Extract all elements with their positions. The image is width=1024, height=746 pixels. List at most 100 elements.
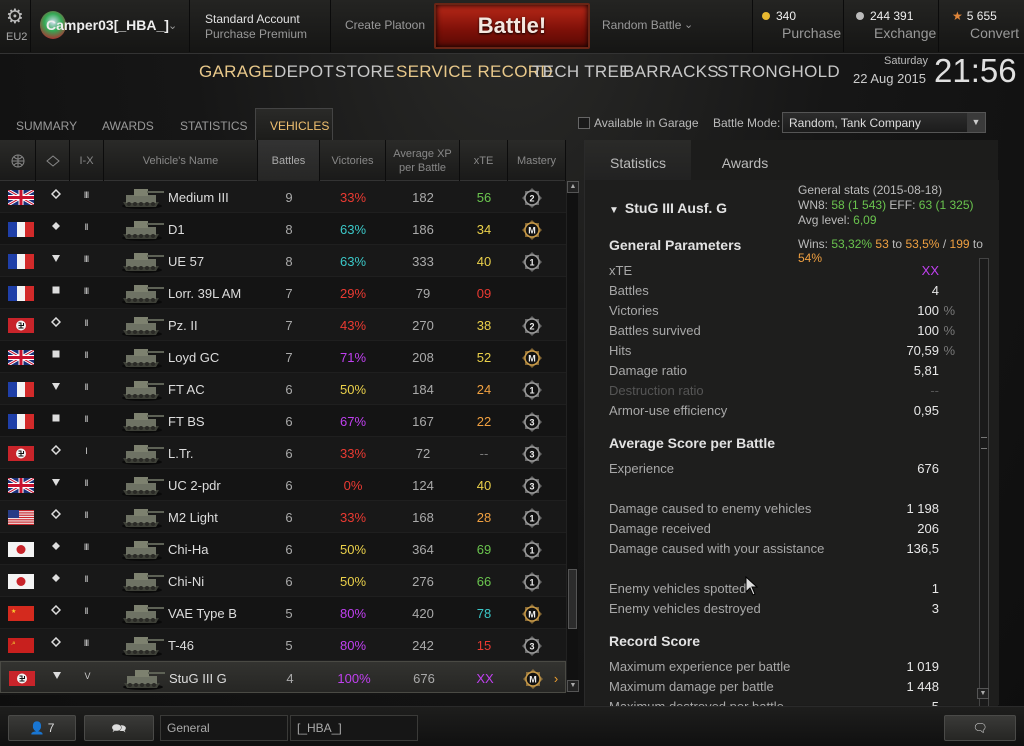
table-row[interactable]: II Pz. II 7 43% 270 38 2 [0,309,566,341]
battles-cell: 6 [285,382,293,397]
nation-sort-icon[interactable] [0,140,36,181]
player-name: Camper03[_HBA_] [46,17,169,33]
class-sort-icon[interactable] [36,140,70,181]
stat-row: Damage caused to enemy vehicles 1 198 [609,501,959,516]
tier-sort-header[interactable]: I-X [70,140,104,181]
table-row[interactable]: II FT BS 6 67% 167 22 3 [0,405,566,437]
table-row[interactable]: II Loyd GC 7 71% 208 52 M [0,341,566,373]
stat-label: Battles [609,283,649,298]
stat-value: 100 [917,303,939,318]
freexp-counter[interactable]: ★ 5 655 Convert [952,9,1019,41]
table-row[interactable]: III Medium III 9 33% 182 56 2 [0,181,566,213]
channel-clan-tab[interactable]: [_HBA_] [290,715,418,741]
tier-cell: II [84,350,88,360]
flag-fr-icon [8,382,34,397]
wn8-eff-line: WN8: 58 (1 543) EFF: 63 (1 325) [798,198,974,212]
table-row[interactable]: II UC 2-pdr 6 0% 124 40 3 [0,469,566,501]
stat-label: Enemy vehicles spotted [609,581,747,596]
create-platoon-button[interactable]: Create Platoon [342,18,428,32]
mastery-badge-icon: 2 [520,314,544,336]
purchase-gold-button[interactable]: Purchase [782,25,841,41]
table-row[interactable]: ☭ III T-46 5 80% 242 15 3 [0,629,566,661]
tier-cell: III [83,254,90,264]
player-menu[interactable]: Camper03[_HBA_] ⌄ [36,7,186,47]
chat-channels-button[interactable]: 🗨 [944,715,1016,741]
vehicle-name: Lorr. 39L AM [168,286,242,301]
table-row[interactable]: II D1 8 63% 186 34 M [0,213,566,245]
svg-text:1: 1 [529,578,534,588]
day-label: Saturday [884,55,929,67]
nav-store[interactable]: STORE [335,62,395,82]
tab-awards[interactable]: AWARDS [102,119,154,133]
avgxp-sort-header[interactable]: Average XP per Battle [386,140,460,181]
avgxp-cell: 420 [412,606,434,621]
tab-statistics[interactable]: STATISTICS [180,119,248,133]
tab-awards-panel[interactable]: Awards [691,140,799,180]
scroll-down-icon[interactable]: ▼ [977,688,989,699]
table-row[interactable]: ★ II VAE Type B 5 80% 420 78 M [0,597,566,629]
nav-garage[interactable]: GARAGE [199,62,274,82]
name-sort-header[interactable]: Vehicle's Name [104,140,258,181]
available-in-garage-checkbox[interactable] [578,117,590,129]
table-row[interactable]: III Chi-Ha 6 50% 364 69 1 [0,533,566,565]
mastery-badge-icon: 1 [520,250,544,272]
general-stats-title: General stats (2015-08-18) [798,183,943,197]
avgxp-cell: 676 [413,671,435,686]
scroll-thumb[interactable] [981,437,987,449]
tab-statistics-panel[interactable]: Statistics [585,140,691,180]
tab-summary[interactable]: SUMMARY [16,119,77,133]
scroll-thumb[interactable] [568,569,577,629]
scroll-down-icon[interactable]: ▼ [567,680,579,692]
table-row[interactable]: I L.Tr. 6 33% 72 -- 3 [0,437,566,469]
stat-row: Armor-use efficiency 0,95 [609,403,959,418]
flag-su-icon: ☭ [8,638,34,653]
vehicle-name: D1 [168,222,185,237]
nav-tech-tree[interactable]: TECH TREE [532,62,631,82]
victories-cell: 80% [339,606,367,621]
stat-label: Damage received [609,521,711,536]
notifications-button[interactable]: 🗪 [84,715,154,741]
battle-mode-select[interactable]: Random Battle [602,18,681,32]
xte-sort-header[interactable]: xTE [460,140,508,181]
battle-button[interactable]: Battle! [434,3,590,49]
tank-icon [118,504,166,531]
stat-value: -- [930,383,939,398]
scroll-up-icon[interactable]: ▲ [567,181,579,193]
gold-counter[interactable]: 340 Purchase [762,9,841,41]
table-row[interactable]: II FT AC 6 50% 184 24 1 [0,373,566,405]
avgxp-cell: 208 [412,350,434,365]
table-row[interactable]: V StuG III G 4 100% 676 XX M › [0,661,566,693]
tier-cell: II [84,574,88,584]
nav-barracks[interactable]: BARRACKS [623,62,719,82]
table-row[interactable]: II M2 Light 6 33% 168 28 1 [0,501,566,533]
purchase-premium-link[interactable]: Purchase Premium [205,27,307,41]
gear-icon[interactable]: ⚙ [4,6,26,28]
table-header: I-X Vehicle's Name Battles Victories Ave… [0,140,566,181]
class-lt-icon [50,604,62,618]
table-row[interactable]: III Lorr. 39L AM 7 29% 79 09 [0,277,566,309]
nav-depot[interactable]: DEPOT [274,62,334,82]
avgxp-cell: 168 [412,510,434,525]
nav-stronghold[interactable]: STRONGHOLD [717,62,840,82]
nav-service-record[interactable]: SERVICE RECORD [396,62,553,82]
tank-icon [118,248,166,275]
table-row[interactable]: II Chi-Ni 6 50% 276 66 1 [0,565,566,597]
credits-counter[interactable]: 244 391 Exchange [856,9,936,41]
mastery-sort-header[interactable]: Mastery [508,140,566,181]
convert-button[interactable]: Convert [970,25,1019,41]
victories-sort-header[interactable]: Victories [320,140,386,181]
battles-sort-header[interactable]: Battles [258,140,320,181]
exchange-button[interactable]: Exchange [874,25,936,41]
channel-general-tab[interactable]: General [160,715,288,741]
table-scrollbar[interactable]: ▲ ▼ [566,181,579,692]
stat-value: 1 [931,581,939,596]
tab-vehicles[interactable]: VEHICLES [270,119,329,133]
panel-scrollbar[interactable] [979,258,989,728]
panel-body: ▼ StuG III Ausf. G General stats (2015-08… [585,180,999,728]
contacts-button[interactable]: 👤 7 [8,715,76,741]
flag-fr-icon [8,222,34,237]
table-row[interactable]: III UE 57 8 63% 333 40 1 [0,245,566,277]
mastery-badge-icon: 3 [520,474,544,496]
battle-mode-dropdown[interactable]: Random, Tank Company ▼ [782,112,986,133]
xte-cell: XX [476,671,494,686]
